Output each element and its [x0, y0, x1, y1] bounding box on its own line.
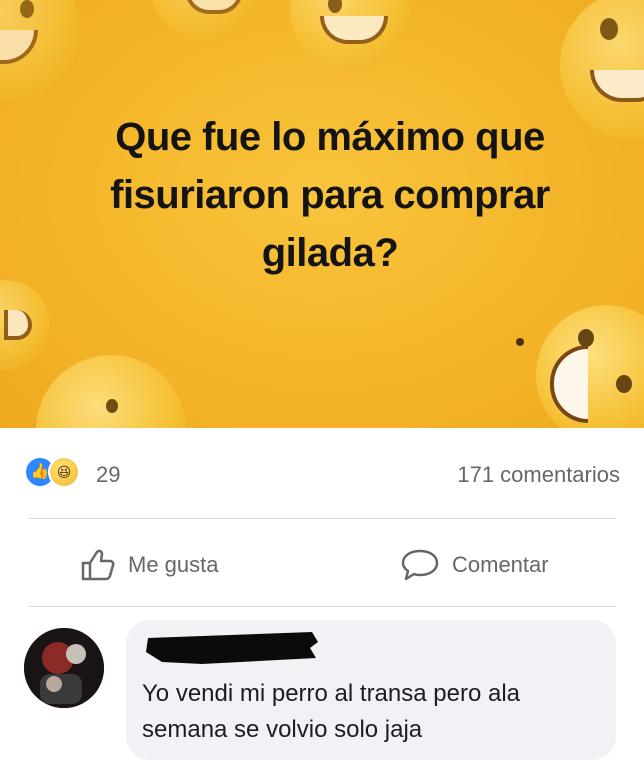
- laughing-emoji-icon: [536, 305, 644, 428]
- comment-count[interactable]: 171 comentarios: [457, 462, 620, 488]
- laughing-emoji-icon: [150, 0, 260, 40]
- divider: [28, 518, 616, 519]
- comment-text: Yo vendi mi perro al transa pero ala sem…: [142, 680, 520, 743]
- like-button[interactable]: Me gusta: [80, 540, 219, 590]
- post-question-text: Que fue lo máximo que fisuriaron para co…: [110, 115, 550, 275]
- decorative-dot: [516, 338, 524, 346]
- laughing-emoji-icon: [36, 355, 186, 428]
- like-button-label: Me gusta: [128, 552, 219, 577]
- avatar[interactable]: [24, 628, 104, 708]
- comment-button[interactable]: Comentar: [400, 540, 549, 590]
- comment-button-label: Comentar: [452, 552, 549, 577]
- redacted-author-name: [146, 632, 318, 664]
- laughing-emoji-icon: [290, 0, 410, 70]
- speech-bubble-icon: [401, 549, 439, 581]
- laughing-emoji-icon: [0, 0, 80, 100]
- laughing-emoji-icon: [0, 280, 50, 370]
- thumbs-up-icon: [81, 549, 115, 581]
- divider: [28, 606, 616, 607]
- reaction-count[interactable]: 29: [96, 462, 120, 488]
- haha-reaction-icon[interactable]: 😆: [48, 456, 80, 488]
- post-image[interactable]: Que fue lo máximo que fisuriaron para co…: [0, 0, 644, 428]
- comment: Yo vendi mi perro al transa pero ala sem…: [0, 612, 644, 760]
- post-stats: 👍 😆 29 171 comentarios: [0, 448, 644, 498]
- avatar-image: [24, 628, 104, 708]
